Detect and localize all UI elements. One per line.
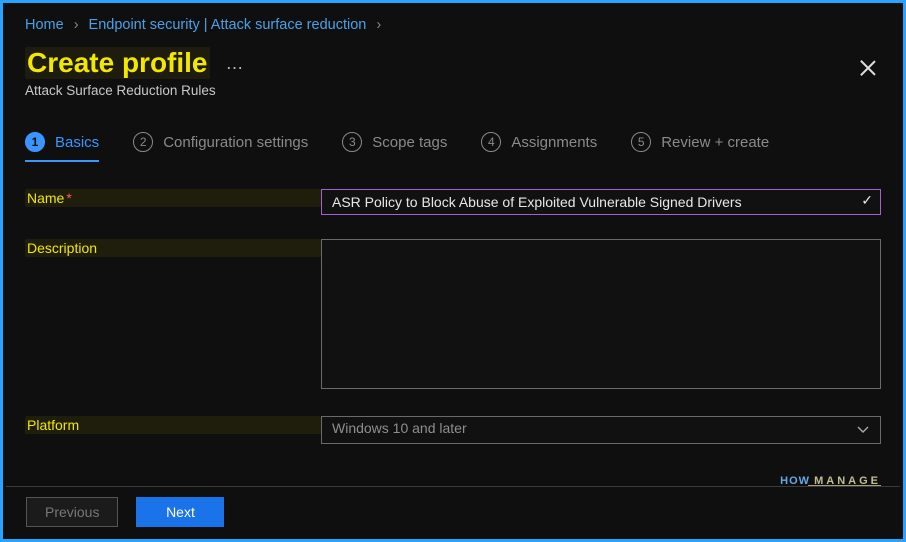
tab-scope-tags[interactable]: 3 Scope tags: [342, 132, 447, 162]
tab-label: Scope tags: [372, 134, 447, 151]
description-label: Description: [25, 239, 321, 257]
step-number-icon: 4: [481, 132, 501, 152]
description-input[interactable]: [321, 239, 881, 389]
breadcrumb-home[interactable]: Home: [25, 17, 64, 33]
step-number-icon: 5: [631, 132, 651, 152]
breadcrumb: Home › Endpoint security | Attack surfac…: [25, 17, 881, 33]
platform-label: Platform: [25, 416, 321, 434]
tab-configuration-settings[interactable]: 2 Configuration settings: [133, 132, 308, 162]
chevron-right-icon: ›: [376, 17, 381, 33]
tab-label: Configuration settings: [163, 134, 308, 151]
wizard-tabs: 1 Basics 2 Configuration settings 3 Scop…: [25, 132, 881, 163]
platform-value: Windows 10 and later: [332, 420, 467, 436]
step-number-icon: 1: [25, 132, 45, 152]
step-number-icon: 2: [133, 132, 153, 152]
previous-button: Previous: [26, 497, 118, 527]
name-label: Name*: [25, 189, 321, 207]
chevron-down-icon: [856, 423, 870, 440]
tab-label: Basics: [55, 134, 99, 151]
tab-review-create[interactable]: 5 Review + create: [631, 132, 769, 162]
platform-select: Windows 10 and later: [321, 416, 881, 444]
step-number-icon: 3: [342, 132, 362, 152]
tab-assignments[interactable]: 4 Assignments: [481, 132, 597, 162]
name-input[interactable]: [321, 189, 881, 215]
page-subtitle: Attack Surface Reduction Rules: [25, 83, 881, 98]
close-button[interactable]: [859, 59, 877, 77]
wizard-footer: Previous Next: [6, 486, 900, 536]
next-button[interactable]: Next: [136, 497, 224, 527]
more-actions-button[interactable]: …: [226, 53, 246, 74]
required-marker: *: [66, 190, 71, 206]
chevron-right-icon: ›: [74, 17, 79, 33]
tab-basics[interactable]: 1 Basics: [25, 132, 99, 162]
tab-label: Assignments: [511, 134, 597, 151]
breadcrumb-endpoint-security[interactable]: Endpoint security | Attack surface reduc…: [89, 17, 367, 33]
tab-label: Review + create: [661, 134, 769, 151]
page-title: Create profile: [25, 47, 210, 79]
